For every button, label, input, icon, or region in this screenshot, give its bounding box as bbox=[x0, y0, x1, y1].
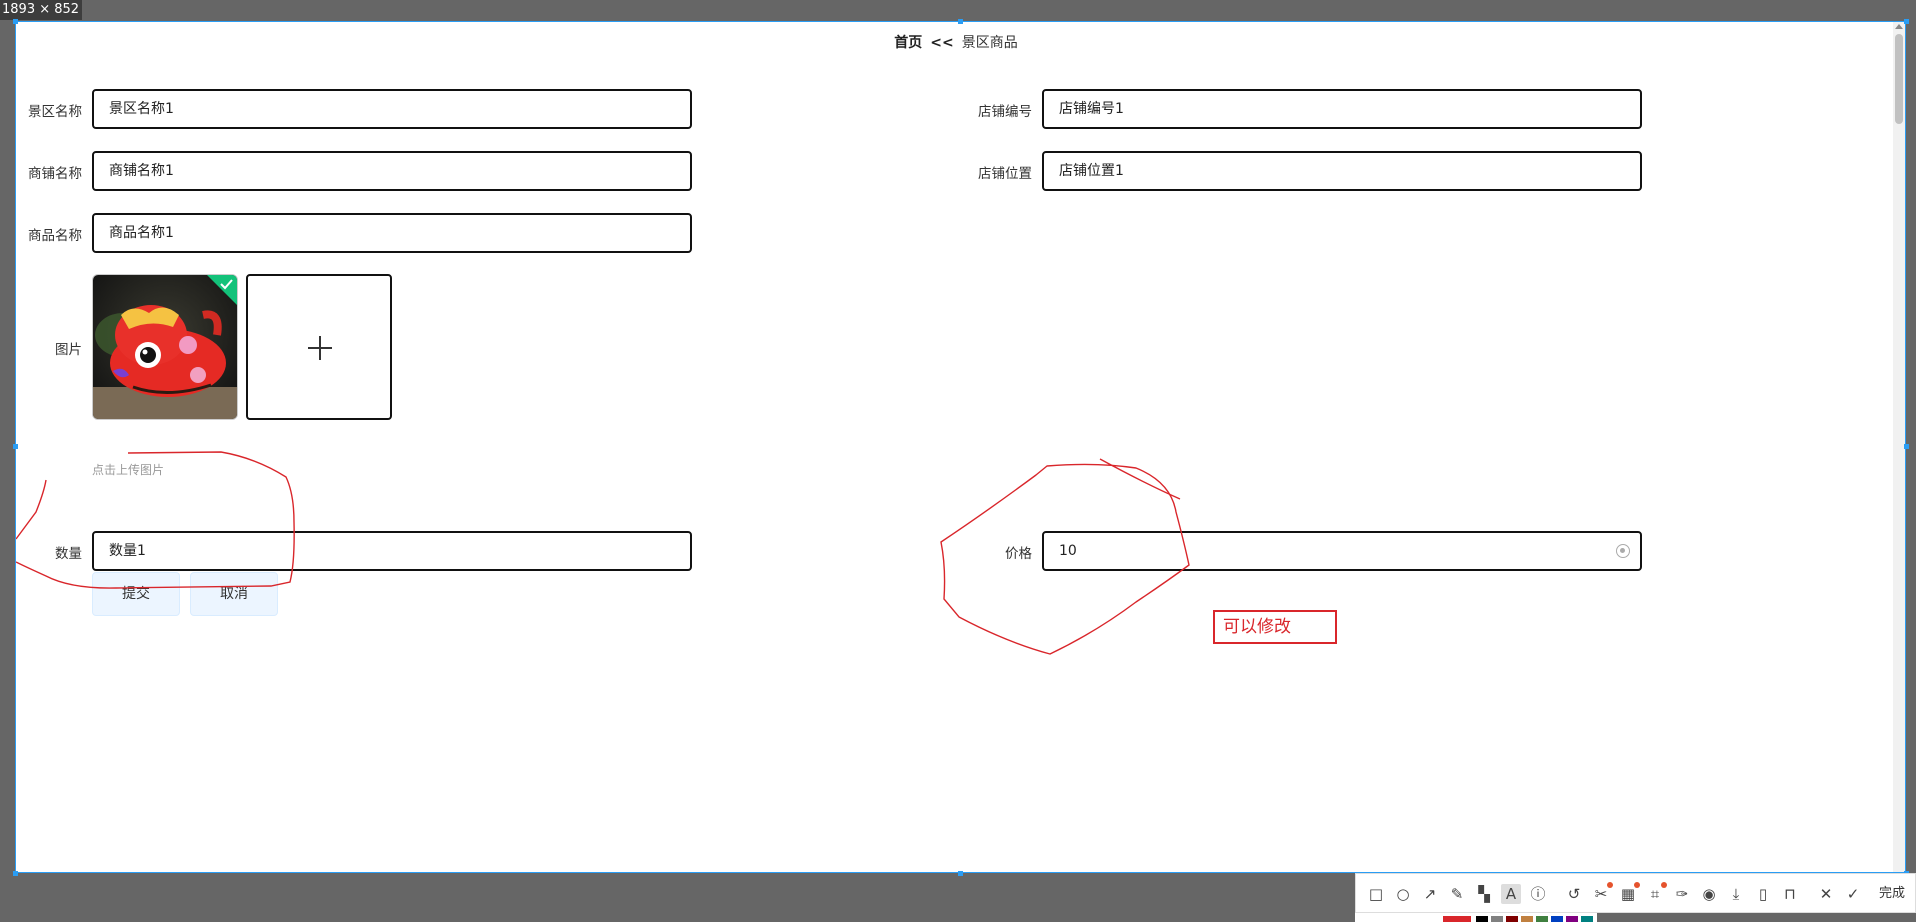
pin-icon[interactable]: ✑ bbox=[1672, 884, 1692, 904]
check-icon[interactable]: ✓ bbox=[1843, 884, 1863, 904]
done-button[interactable]: 完成 bbox=[1879, 884, 1905, 904]
selection-handle[interactable] bbox=[958, 19, 963, 24]
store-location-input[interactable]: 店铺位置1 bbox=[1042, 151, 1642, 191]
breadcrumb: 首页 << 景区商品 bbox=[16, 32, 1896, 52]
swatch-gray[interactable] bbox=[1491, 916, 1503, 922]
swatch-red[interactable] bbox=[1443, 916, 1471, 922]
annotation-text-box[interactable]: 可以修改 bbox=[1213, 610, 1337, 644]
selection-handle[interactable] bbox=[13, 444, 18, 449]
selection-handle[interactable] bbox=[13, 871, 18, 876]
product-name-input[interactable]: 商品名称1 bbox=[92, 213, 692, 253]
swatch-orange[interactable] bbox=[1521, 916, 1533, 922]
redo-icon[interactable]: ✂ bbox=[1591, 882, 1613, 904]
scroll-capture-icon[interactable]: ⌗ bbox=[1645, 882, 1667, 904]
swatch-teal[interactable] bbox=[1581, 916, 1593, 922]
store-no-input[interactable]: 店铺编号1 bbox=[1042, 89, 1642, 129]
cancel-button[interactable]: 取消 bbox=[190, 572, 278, 616]
breadcrumb-current: 景区商品 bbox=[961, 35, 1018, 51]
breadcrumb-separator: << bbox=[930, 35, 954, 51]
shop-name-label: 商铺名称 bbox=[28, 166, 82, 182]
rectangle-icon[interactable]: □ bbox=[1366, 884, 1386, 904]
quantity-label: 数量 bbox=[55, 546, 82, 562]
image-label: 图片 bbox=[55, 342, 82, 358]
scroll-thumb[interactable] bbox=[1895, 34, 1903, 124]
save-icon[interactable]: ⤓ bbox=[1726, 884, 1746, 904]
price-value: 10 bbox=[1059, 543, 1077, 559]
price-input[interactable]: 10 bbox=[1042, 531, 1642, 571]
swatch-blue[interactable] bbox=[1551, 916, 1563, 922]
close-icon[interactable]: ✕ bbox=[1816, 884, 1836, 904]
undo-icon[interactable]: ↺ bbox=[1564, 884, 1584, 904]
clear-icon[interactable] bbox=[1616, 544, 1630, 558]
shop-name-input[interactable]: 商铺名称1 bbox=[92, 151, 692, 191]
text-icon[interactable]: A bbox=[1501, 884, 1521, 904]
capture-size-label: 1893 × 852 bbox=[0, 0, 82, 20]
scenic-name-input[interactable]: 景区名称1 bbox=[92, 89, 692, 129]
selection-handle[interactable] bbox=[1904, 444, 1909, 449]
selection-handle[interactable] bbox=[1904, 19, 1909, 24]
swatch-black[interactable] bbox=[1476, 916, 1488, 922]
swatch-purple[interactable] bbox=[1566, 916, 1578, 922]
store-no-label: 店铺编号 bbox=[978, 104, 1032, 120]
scenic-name-label: 景区名称 bbox=[28, 104, 82, 120]
product-image-thumbnail[interactable] bbox=[92, 274, 238, 420]
mosaic-icon[interactable]: ▚ bbox=[1474, 884, 1494, 904]
store-location-label: 店铺位置 bbox=[978, 166, 1032, 182]
breadcrumb-home[interactable]: 首页 bbox=[894, 35, 922, 51]
selection-handle[interactable] bbox=[958, 871, 963, 876]
copy-icon[interactable]: ▯ bbox=[1753, 884, 1773, 904]
price-label: 价格 bbox=[1005, 546, 1032, 562]
plus-icon-vertical bbox=[319, 336, 321, 360]
annotation-strokes bbox=[16, 451, 1190, 655]
swatch-maroon[interactable] bbox=[1506, 916, 1518, 922]
color-palette bbox=[1355, 913, 1597, 922]
quantity-input[interactable]: 数量1 bbox=[92, 531, 692, 571]
annotation-freehand-right-tail bbox=[1099, 458, 1181, 500]
submit-button[interactable]: 提交 bbox=[92, 572, 180, 616]
uploaded-check-icon bbox=[207, 275, 237, 305]
upload-hint: 点击上传图片 bbox=[92, 463, 165, 477]
arrow-icon[interactable]: ↗ bbox=[1420, 884, 1440, 904]
swatch-green[interactable] bbox=[1536, 916, 1548, 922]
ellipse-icon[interactable]: ○ bbox=[1393, 884, 1413, 904]
bookmark-icon[interactable]: ⊓ bbox=[1780, 884, 1800, 904]
number-icon[interactable]: ⓘ bbox=[1528, 884, 1548, 904]
ocr-icon[interactable]: ▦ bbox=[1618, 882, 1640, 904]
annotation-freehand-left-tail bbox=[16, 479, 47, 540]
image-upload-button[interactable] bbox=[246, 274, 392, 420]
record-icon[interactable]: ◉ bbox=[1699, 884, 1719, 904]
capture-toolbar: □ ○ ↗ ✎ ▚ A ⓘ ↺ ✂ ▦ ⌗ ✑ ◉ ⤓ ▯ ⊓ ✕ ✓ 完成 bbox=[1355, 873, 1916, 913]
pen-icon[interactable]: ✎ bbox=[1447, 884, 1467, 904]
selection-handle[interactable] bbox=[13, 19, 18, 24]
product-name-label: 商品名称 bbox=[28, 228, 82, 244]
scroll-up-icon[interactable] bbox=[1895, 24, 1903, 29]
capture-region: 首页 << 景区商品 景区名称 景区名称1 店铺编号 店铺编号1 商铺名称 商铺名称… bbox=[15, 21, 1906, 873]
